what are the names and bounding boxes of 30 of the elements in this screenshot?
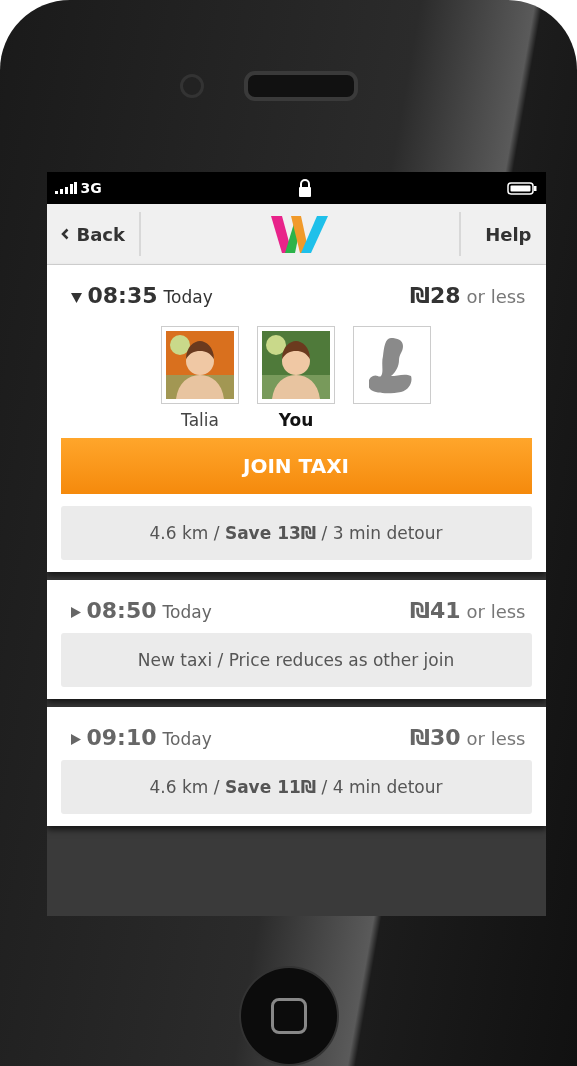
rider-name: You (278, 410, 314, 431)
departure-time: 09:10 (86, 725, 157, 751)
battery-icon (507, 181, 538, 195)
price-value: ₪41 (410, 598, 461, 624)
departure-time: 08:50 (86, 598, 157, 624)
triangle-down-icon[interactable] (70, 293, 82, 304)
day-label: Today (162, 729, 212, 750)
day-label: Today (162, 602, 212, 623)
day-label: Today (163, 287, 213, 308)
lock-icon (297, 179, 312, 198)
price-suffix: or less (466, 286, 526, 308)
seat-slot[interactable] (353, 326, 431, 405)
back-button[interactable]: Back (46, 212, 141, 257)
triangle-right-icon[interactable] (70, 734, 81, 746)
price-suffix: or less (466, 728, 526, 750)
speaker-icon (243, 71, 358, 102)
departure-time: 08:35 (87, 283, 158, 309)
price-value: ₪30 (410, 725, 461, 751)
help-button[interactable]: Help (459, 212, 546, 257)
triangle-right-icon[interactable] (70, 607, 81, 619)
ride-info: New taxi / Price reduces as other join (137, 650, 455, 671)
ride-info: 4.6 km / Save 11₪ / 4 min detour (149, 777, 443, 798)
network-label: 3G (80, 180, 102, 197)
rider-name: Talia (181, 410, 219, 431)
ride-info: 4.6 km / Save 13₪ / 3 min detour (149, 523, 443, 544)
price-value: ₪28 (410, 283, 461, 309)
chevron-left-icon (60, 228, 69, 241)
signal-icon (54, 182, 77, 195)
logo-icon (271, 214, 330, 255)
price-suffix: or less (466, 601, 526, 623)
